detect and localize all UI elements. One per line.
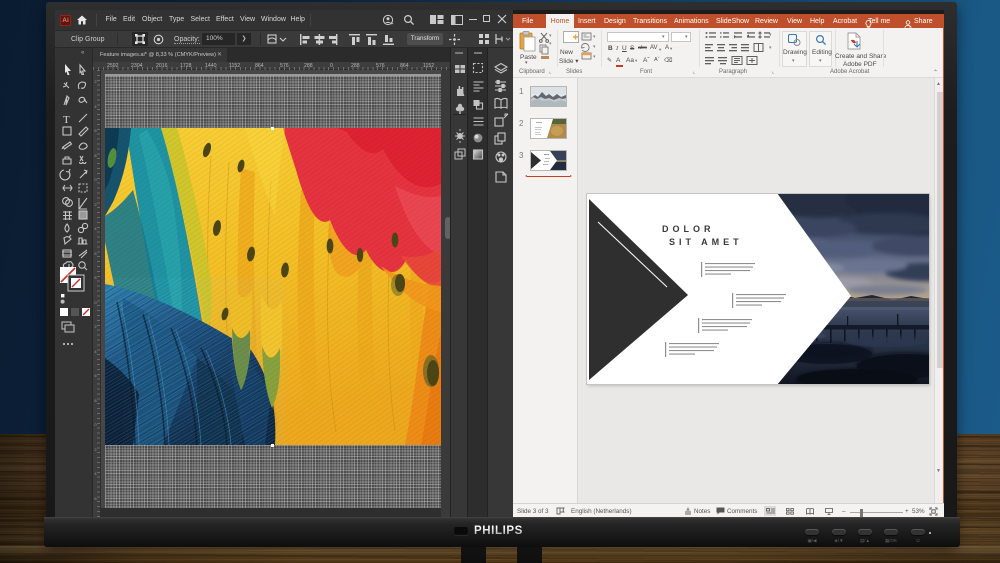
svg-text:▾: ▾ [593,34,596,40]
svg-text:T: T [63,114,70,126]
svg-text:▾: ▾ [593,54,596,60]
svg-text:DOLOR: DOLOR [662,224,715,234]
svg-text:SIT AMET: SIT AMET [669,237,743,247]
svg-text:▾: ▾ [593,44,596,50]
